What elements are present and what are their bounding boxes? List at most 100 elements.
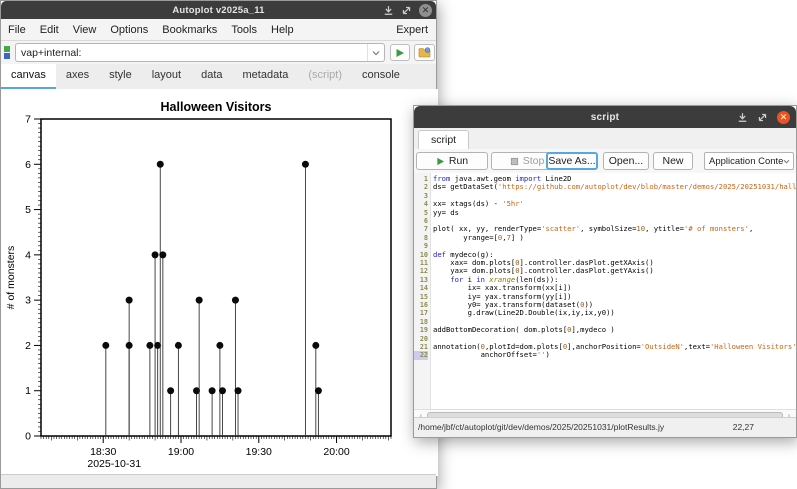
code-line-5: yy= ds [433,209,459,217]
line-number: 18 [414,318,428,326]
menu-edit[interactable]: Edit [33,24,66,36]
inspect-uri-button[interactable] [414,44,435,61]
minimize-icon[interactable] [737,112,748,123]
tab-canvas[interactable]: canvas [1,64,56,89]
tab-script[interactable]: (script) [298,64,352,89]
save-as-button[interactable]: Save As... [546,152,598,170]
svg-text:19:00: 19:00 [168,446,194,458]
line-number: 14 [414,284,428,292]
line-number: 13 [414,276,428,284]
tab-axes[interactable]: axes [56,64,99,89]
go-button[interactable] [390,44,410,61]
code-pane: from java.awt.geom import Line2Dds= getD… [433,173,796,409]
line-number: 1 [414,175,428,183]
line-number: 20 [414,335,428,343]
close-icon[interactable]: ✕ [777,111,790,124]
tab-data[interactable]: data [191,64,232,89]
svg-text:7: 7 [25,114,31,126]
run-button[interactable]: Run [416,152,488,170]
tab-layout[interactable]: layout [142,64,191,89]
line-number: 7 [414,225,428,233]
menu-view[interactable]: View [66,24,104,36]
chevron-down-icon [783,156,793,167]
expert-mode-label[interactable]: Expert [388,24,436,36]
stop-icon [510,157,519,166]
application-context-select[interactable]: Application Context [704,152,794,170]
line-number: 11 [414,259,428,267]
svg-text:19:30: 19:30 [246,446,272,458]
line-number: 12 [414,267,428,275]
open-button[interactable]: Open... [603,152,649,170]
script-window-title: script [591,112,619,123]
cursor-position-label: 22,27 [733,422,754,432]
line-number: 5 [414,209,428,217]
file-path-label: /home/jbf/ct/autoplot/git/dev/demos/2025… [418,422,664,432]
svg-text:# of monsters: # of monsters [5,246,17,310]
code-editor[interactable]: 12345678910111213141516171819202122 from… [414,173,796,409]
svg-text:3: 3 [25,295,31,307]
plot-canvas[interactable]: Halloween Visitors0123456718:302025-10-3… [1,89,438,476]
line-number: 22 [414,351,428,359]
line-number: 6 [414,217,428,225]
code-line-8: yrange=[0,7] ) [433,234,524,242]
maximize-icon[interactable] [757,112,768,123]
uri-value: vap+internal: [16,47,367,59]
svg-text:Halloween Visitors: Halloween Visitors [161,100,272,114]
code-line-2: ds= getDataSet('https://github.com/autop… [433,183,796,191]
svg-text:0: 0 [25,431,31,443]
svg-text:2: 2 [25,340,31,352]
line-number: 3 [414,192,428,200]
maximize-icon[interactable] [401,5,412,16]
tab-metadata[interactable]: metadata [233,64,299,89]
halloween-visitors-plot: Halloween Visitors0123456718:302025-10-3… [1,89,438,476]
script-tabbar: script [414,128,796,150]
main-window-title: Autoplot v2025a_11 [172,5,264,16]
svg-text:20:00: 20:00 [323,446,349,458]
play-icon [395,48,405,58]
line-number: 8 [414,234,428,242]
minimize-icon[interactable] [383,5,394,16]
script-toolbar: Run Stop Save As... Open... New Applicat… [414,149,796,174]
code-line-17: g.draw(Line2D.Double(ix,iy,ix,y0)) [433,309,615,317]
line-number-gutter: 12345678910111213141516171819202122 [414,173,431,409]
svg-text:5: 5 [25,204,31,216]
address-bar: vap+internal: [1,41,436,64]
main-tabbar: canvasaxesstylelayoutdatametadata(script… [1,64,436,90]
svg-text:2025-10-31: 2025-10-31 [87,458,141,470]
tab-console[interactable]: console [352,64,410,89]
uri-input[interactable]: vap+internal: [15,43,385,62]
line-number: 17 [414,309,428,317]
script-editor-window: script ✕ script Run Stop [413,105,797,438]
status-led-icon [4,46,12,59]
code-line-22: anchorOffset='') [433,351,550,359]
folder-icon [418,47,431,58]
close-icon[interactable]: ✕ [419,4,432,17]
main-status-bar [1,474,436,488]
line-number: 21 [414,343,428,351]
new-button[interactable]: New [653,152,693,170]
main-titlebar[interactable]: Autoplot v2025a_11 ✕ [1,1,436,19]
chevron-down-icon[interactable] [367,44,384,61]
line-number: 9 [414,242,428,250]
menu-file[interactable]: File [1,24,33,36]
menu-bar: FileEditViewOptionsBookmarksToolsHelp Ex… [1,19,436,41]
menu-options[interactable]: Options [103,24,155,36]
menu-tools[interactable]: Tools [224,24,264,36]
svg-text:1: 1 [25,385,31,397]
svg-text:6: 6 [25,159,31,171]
script-status-bar: /home/jbf/ct/autoplot/git/dev/demos/2025… [414,417,796,437]
line-number: 15 [414,293,428,301]
line-number: 10 [414,251,428,259]
tab-style[interactable]: style [99,64,142,89]
line-number: 2 [414,183,428,191]
menu-bookmarks[interactable]: Bookmarks [155,24,224,36]
svg-text:18:30: 18:30 [90,446,116,458]
script-titlebar[interactable]: script ✕ [414,106,796,128]
line-number: 19 [414,326,428,334]
run-icon [436,157,445,166]
svg-text:4: 4 [25,249,31,261]
code-line-19: addBottomDecoration( dom.plots[0],mydeco… [433,326,615,334]
tab-script[interactable]: script [418,130,469,149]
menu-help[interactable]: Help [264,24,301,36]
line-number: 4 [414,200,428,208]
